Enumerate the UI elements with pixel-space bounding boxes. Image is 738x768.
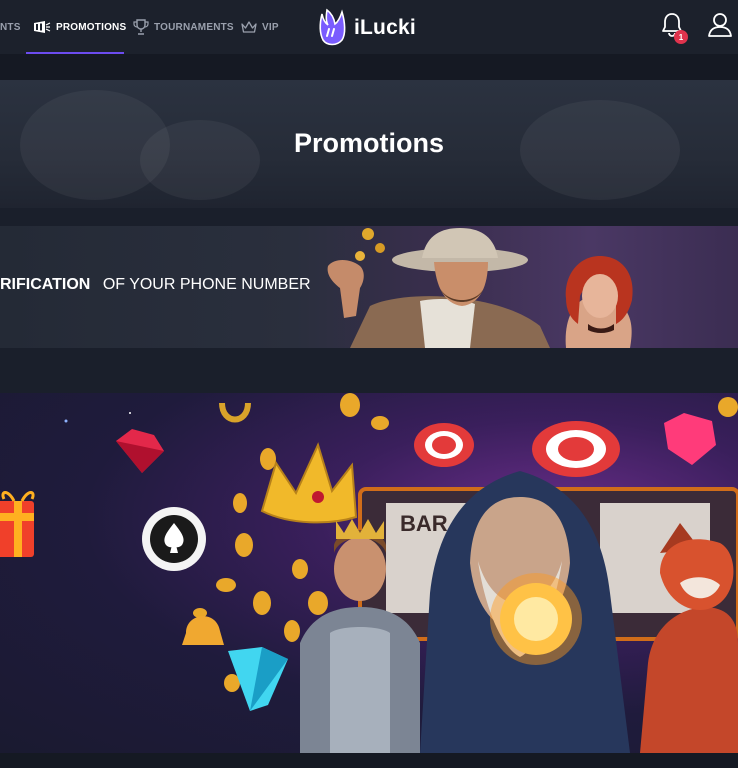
nav-item-label: NTS	[0, 21, 21, 33]
promotions-hero-banner: Promotions	[0, 80, 738, 208]
promo-text-bold: RIFICATION	[0, 276, 91, 293]
gift-box-icon	[0, 491, 35, 557]
user-account-icon[interactable]	[707, 12, 733, 43]
promo-text-regular: OF YOUR PHONE NUMBER	[102, 276, 311, 293]
page: NTS PROMOTIONS TOURNAMENTS VIP iLucki 1 …	[0, 0, 738, 768]
svg-text:BAR: BAR	[400, 511, 448, 536]
promotions-icon	[33, 21, 51, 33]
crown-icon	[241, 21, 257, 33]
wizard-knight-characters-image: BAR	[0, 393, 738, 753]
nav-item-label: VIP	[262, 21, 279, 33]
nav-item-promotions[interactable]: PROMOTIONS	[33, 0, 126, 54]
page-title: Promotions	[293, 128, 444, 158]
sub-nav-strip	[0, 54, 738, 80]
promo-card-text: RIFICATION OF YOUR PHONE NUMBER	[0, 276, 311, 294]
promo-card-welcome-characters[interactable]: BAR	[0, 393, 738, 753]
nav-item-vip[interactable]: VIP	[241, 0, 279, 54]
logo-text: iLucki	[354, 16, 416, 39]
nav-item-tournaments-partial[interactable]: NTS	[0, 0, 21, 54]
nav-item-label: TOURNAMENTS	[154, 21, 234, 33]
promo-card-phone-verification[interactable]: RIFICATION OF YOUR PHONE NUMBER	[0, 226, 738, 348]
nav-item-tournaments[interactable]: TOURNAMENTS	[133, 0, 234, 54]
nav-item-label: PROMOTIONS	[56, 21, 127, 33]
notification-count-badge: 1	[674, 30, 688, 44]
trophy-icon	[133, 19, 149, 35]
cowboy-characters-image	[327, 228, 633, 348]
site-logo[interactable]: iLucki	[314, 6, 416, 50]
top-navbar: NTS PROMOTIONS TOURNAMENTS VIP iLucki 1	[0, 0, 738, 54]
bottom-strip	[0, 753, 738, 768]
logo-mark-icon	[319, 8, 346, 46]
